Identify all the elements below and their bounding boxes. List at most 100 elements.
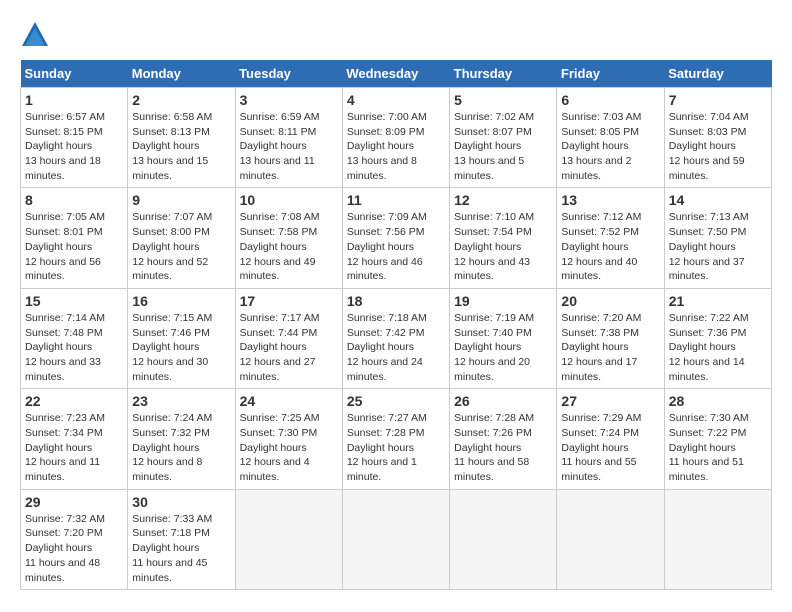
day-number: 16 bbox=[132, 293, 230, 309]
calendar-cell: 26 Sunrise: 7:28 AM Sunset: 7:26 PM Dayl… bbox=[450, 389, 557, 489]
day-number: 14 bbox=[669, 192, 767, 208]
calendar-cell: 4 Sunrise: 7:00 AM Sunset: 8:09 PM Dayli… bbox=[342, 88, 449, 188]
calendar-cell: 3 Sunrise: 6:59 AM Sunset: 8:11 PM Dayli… bbox=[235, 88, 342, 188]
calendar-table: SundayMondayTuesdayWednesdayThursdayFrid… bbox=[20, 60, 772, 590]
day-number: 7 bbox=[669, 92, 767, 108]
day-number: 21 bbox=[669, 293, 767, 309]
column-header-friday: Friday bbox=[557, 60, 664, 88]
day-info: Sunrise: 7:27 AM Sunset: 7:28 PM Dayligh… bbox=[347, 411, 445, 484]
day-number: 13 bbox=[561, 192, 659, 208]
calendar-cell bbox=[557, 489, 664, 589]
calendar-cell: 5 Sunrise: 7:02 AM Sunset: 8:07 PM Dayli… bbox=[450, 88, 557, 188]
day-number: 29 bbox=[25, 494, 123, 510]
calendar-cell: 27 Sunrise: 7:29 AM Sunset: 7:24 PM Dayl… bbox=[557, 389, 664, 489]
page-header bbox=[20, 20, 772, 50]
day-number: 8 bbox=[25, 192, 123, 208]
day-number: 10 bbox=[240, 192, 338, 208]
calendar-cell: 14 Sunrise: 7:13 AM Sunset: 7:50 PM Dayl… bbox=[664, 188, 771, 288]
calendar-cell: 7 Sunrise: 7:04 AM Sunset: 8:03 PM Dayli… bbox=[664, 88, 771, 188]
day-info: Sunrise: 7:33 AM Sunset: 7:18 PM Dayligh… bbox=[132, 512, 230, 585]
day-number: 4 bbox=[347, 92, 445, 108]
day-info: Sunrise: 7:10 AM Sunset: 7:54 PM Dayligh… bbox=[454, 210, 552, 283]
calendar-cell: 11 Sunrise: 7:09 AM Sunset: 7:56 PM Dayl… bbox=[342, 188, 449, 288]
day-info: Sunrise: 7:13 AM Sunset: 7:50 PM Dayligh… bbox=[669, 210, 767, 283]
day-info: Sunrise: 7:17 AM Sunset: 7:44 PM Dayligh… bbox=[240, 311, 338, 384]
day-info: Sunrise: 7:32 AM Sunset: 7:20 PM Dayligh… bbox=[25, 512, 123, 585]
day-info: Sunrise: 6:58 AM Sunset: 8:13 PM Dayligh… bbox=[132, 110, 230, 183]
day-info: Sunrise: 7:02 AM Sunset: 8:07 PM Dayligh… bbox=[454, 110, 552, 183]
day-info: Sunrise: 7:03 AM Sunset: 8:05 PM Dayligh… bbox=[561, 110, 659, 183]
week-row-4: 29 Sunrise: 7:32 AM Sunset: 7:20 PM Dayl… bbox=[21, 489, 772, 589]
calendar-cell: 22 Sunrise: 7:23 AM Sunset: 7:34 PM Dayl… bbox=[21, 389, 128, 489]
day-info: Sunrise: 7:19 AM Sunset: 7:40 PM Dayligh… bbox=[454, 311, 552, 384]
logo-icon bbox=[20, 20, 50, 50]
column-header-saturday: Saturday bbox=[664, 60, 771, 88]
week-row-1: 8 Sunrise: 7:05 AM Sunset: 8:01 PM Dayli… bbox=[21, 188, 772, 288]
calendar-cell: 10 Sunrise: 7:08 AM Sunset: 7:58 PM Dayl… bbox=[235, 188, 342, 288]
week-row-0: 1 Sunrise: 6:57 AM Sunset: 8:15 PM Dayli… bbox=[21, 88, 772, 188]
calendar-cell: 12 Sunrise: 7:10 AM Sunset: 7:54 PM Dayl… bbox=[450, 188, 557, 288]
day-number: 23 bbox=[132, 393, 230, 409]
calendar-cell: 20 Sunrise: 7:20 AM Sunset: 7:38 PM Dayl… bbox=[557, 288, 664, 388]
day-number: 1 bbox=[25, 92, 123, 108]
day-info: Sunrise: 7:00 AM Sunset: 8:09 PM Dayligh… bbox=[347, 110, 445, 183]
calendar-cell: 29 Sunrise: 7:32 AM Sunset: 7:20 PM Dayl… bbox=[21, 489, 128, 589]
day-info: Sunrise: 7:20 AM Sunset: 7:38 PM Dayligh… bbox=[561, 311, 659, 384]
calendar-cell: 6 Sunrise: 7:03 AM Sunset: 8:05 PM Dayli… bbox=[557, 88, 664, 188]
calendar-cell: 28 Sunrise: 7:30 AM Sunset: 7:22 PM Dayl… bbox=[664, 389, 771, 489]
calendar-cell bbox=[235, 489, 342, 589]
calendar-cell: 16 Sunrise: 7:15 AM Sunset: 7:46 PM Dayl… bbox=[128, 288, 235, 388]
column-header-wednesday: Wednesday bbox=[342, 60, 449, 88]
day-number: 6 bbox=[561, 92, 659, 108]
day-info: Sunrise: 7:18 AM Sunset: 7:42 PM Dayligh… bbox=[347, 311, 445, 384]
column-header-thursday: Thursday bbox=[450, 60, 557, 88]
day-info: Sunrise: 7:08 AM Sunset: 7:58 PM Dayligh… bbox=[240, 210, 338, 283]
day-info: Sunrise: 7:28 AM Sunset: 7:26 PM Dayligh… bbox=[454, 411, 552, 484]
calendar-cell: 13 Sunrise: 7:12 AM Sunset: 7:52 PM Dayl… bbox=[557, 188, 664, 288]
day-info: Sunrise: 6:57 AM Sunset: 8:15 PM Dayligh… bbox=[25, 110, 123, 183]
calendar-cell: 9 Sunrise: 7:07 AM Sunset: 8:00 PM Dayli… bbox=[128, 188, 235, 288]
week-row-2: 15 Sunrise: 7:14 AM Sunset: 7:48 PM Dayl… bbox=[21, 288, 772, 388]
day-number: 19 bbox=[454, 293, 552, 309]
day-number: 18 bbox=[347, 293, 445, 309]
day-info: Sunrise: 7:29 AM Sunset: 7:24 PM Dayligh… bbox=[561, 411, 659, 484]
column-header-monday: Monday bbox=[128, 60, 235, 88]
logo bbox=[20, 20, 54, 50]
day-info: Sunrise: 7:30 AM Sunset: 7:22 PM Dayligh… bbox=[669, 411, 767, 484]
calendar-cell: 25 Sunrise: 7:27 AM Sunset: 7:28 PM Dayl… bbox=[342, 389, 449, 489]
header-row: SundayMondayTuesdayWednesdayThursdayFrid… bbox=[21, 60, 772, 88]
calendar-cell: 17 Sunrise: 7:17 AM Sunset: 7:44 PM Dayl… bbox=[235, 288, 342, 388]
day-number: 28 bbox=[669, 393, 767, 409]
day-number: 17 bbox=[240, 293, 338, 309]
day-number: 30 bbox=[132, 494, 230, 510]
day-number: 5 bbox=[454, 92, 552, 108]
day-number: 11 bbox=[347, 192, 445, 208]
day-number: 2 bbox=[132, 92, 230, 108]
calendar-cell: 15 Sunrise: 7:14 AM Sunset: 7:48 PM Dayl… bbox=[21, 288, 128, 388]
day-number: 26 bbox=[454, 393, 552, 409]
calendar-cell bbox=[450, 489, 557, 589]
day-number: 3 bbox=[240, 92, 338, 108]
day-info: Sunrise: 7:05 AM Sunset: 8:01 PM Dayligh… bbox=[25, 210, 123, 283]
day-info: Sunrise: 7:25 AM Sunset: 7:30 PM Dayligh… bbox=[240, 411, 338, 484]
day-info: Sunrise: 7:24 AM Sunset: 7:32 PM Dayligh… bbox=[132, 411, 230, 484]
day-number: 27 bbox=[561, 393, 659, 409]
day-info: Sunrise: 7:22 AM Sunset: 7:36 PM Dayligh… bbox=[669, 311, 767, 384]
day-info: Sunrise: 7:09 AM Sunset: 7:56 PM Dayligh… bbox=[347, 210, 445, 283]
calendar-cell bbox=[664, 489, 771, 589]
calendar-cell: 18 Sunrise: 7:18 AM Sunset: 7:42 PM Dayl… bbox=[342, 288, 449, 388]
day-number: 15 bbox=[25, 293, 123, 309]
day-number: 20 bbox=[561, 293, 659, 309]
day-info: Sunrise: 7:14 AM Sunset: 7:48 PM Dayligh… bbox=[25, 311, 123, 384]
week-row-3: 22 Sunrise: 7:23 AM Sunset: 7:34 PM Dayl… bbox=[21, 389, 772, 489]
day-info: Sunrise: 7:15 AM Sunset: 7:46 PM Dayligh… bbox=[132, 311, 230, 384]
day-info: Sunrise: 7:04 AM Sunset: 8:03 PM Dayligh… bbox=[669, 110, 767, 183]
day-number: 12 bbox=[454, 192, 552, 208]
day-number: 24 bbox=[240, 393, 338, 409]
calendar-cell: 2 Sunrise: 6:58 AM Sunset: 8:13 PM Dayli… bbox=[128, 88, 235, 188]
day-info: Sunrise: 7:23 AM Sunset: 7:34 PM Dayligh… bbox=[25, 411, 123, 484]
calendar-cell: 19 Sunrise: 7:19 AM Sunset: 7:40 PM Dayl… bbox=[450, 288, 557, 388]
day-number: 22 bbox=[25, 393, 123, 409]
day-info: Sunrise: 6:59 AM Sunset: 8:11 PM Dayligh… bbox=[240, 110, 338, 183]
calendar-cell: 24 Sunrise: 7:25 AM Sunset: 7:30 PM Dayl… bbox=[235, 389, 342, 489]
